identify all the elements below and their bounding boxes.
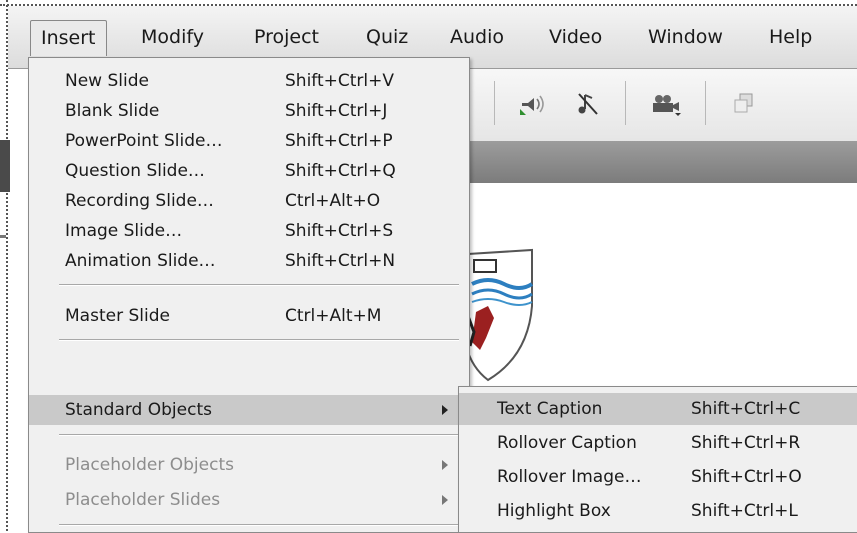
menu-window[interactable]: Window xyxy=(638,20,733,56)
stage-edge-mark xyxy=(0,235,6,238)
menu-item-placeholder-objects[interactable]: Placeholder Objects xyxy=(29,450,469,480)
toolbar-separator xyxy=(494,81,495,125)
menu-item-image-slide[interactable]: Image Slide… Shift+Ctrl+S xyxy=(29,216,469,246)
menu-separator xyxy=(59,524,459,526)
menu-item-label: Recording Slide… xyxy=(65,191,214,211)
toolbar-separator xyxy=(705,81,706,125)
menu-item-shortcut: Shift+Ctrl+S xyxy=(285,221,394,241)
menu-item-shortcut: Shift+Ctrl+N xyxy=(285,251,396,271)
menu-item-shortcut: Shift+Ctrl+O xyxy=(691,467,802,487)
audio-record-icon[interactable] xyxy=(518,89,552,119)
menu-item-shortcut: Shift+Ctrl+L xyxy=(691,501,798,521)
submenu-item-rollover-image[interactable]: Rollover Image… Shift+Ctrl+O xyxy=(459,461,857,493)
submenu-item-rollover-caption[interactable]: Rollover Caption Shift+Ctrl+R xyxy=(459,427,857,459)
menu-help[interactable]: Help xyxy=(759,20,822,56)
menu-item-label: Standard Objects xyxy=(65,400,212,420)
menu-item-label: Image Slide… xyxy=(65,221,183,241)
menu-item-label: Rollover Image… xyxy=(497,467,642,487)
menu-item-standard-objects[interactable]: Standard Objects xyxy=(29,395,469,425)
crest-logo-image xyxy=(458,246,538,386)
toolbar xyxy=(470,69,857,142)
submenu-arrow-icon xyxy=(442,460,448,470)
standard-objects-submenu: Text Caption Shift+Ctrl+C Rollover Capti… xyxy=(458,386,857,533)
menu-separator xyxy=(59,434,459,436)
side-panel-edge xyxy=(0,140,10,192)
menu-item-shortcut: Shift+Ctrl+Q xyxy=(285,161,396,181)
menu-item-shortcut: Shift+Ctrl+J xyxy=(285,101,388,121)
menu-insert[interactable]: Insert xyxy=(30,20,107,56)
submenu-arrow-icon xyxy=(442,405,448,415)
submenu-item-text-caption[interactable]: Text Caption Shift+Ctrl+C xyxy=(459,393,857,425)
menu-audio[interactable]: Audio xyxy=(440,20,514,56)
panel-tab-strip xyxy=(470,141,857,183)
menu-item-shortcut: Shift+Ctrl+R xyxy=(691,433,801,453)
menu-item-blank-slide[interactable]: Blank Slide Shift+Ctrl+J xyxy=(29,96,469,126)
menu-item-placeholder-slides[interactable]: Placeholder Slides xyxy=(29,485,469,515)
menu-item-label: Highlight Box xyxy=(497,501,611,521)
menu-item-recording-slide[interactable]: Recording Slide… Ctrl+Alt+O xyxy=(29,186,469,216)
menu-item-shortcut: Shift+Ctrl+V xyxy=(285,71,395,91)
menu-item-label: Blank Slide xyxy=(65,101,160,121)
menu-separator xyxy=(59,284,459,286)
menu-item-master-slide[interactable]: Master Slide Ctrl+Alt+M xyxy=(29,301,469,331)
menu-item-animation-slide[interactable]: Animation Slide… Shift+Ctrl+N xyxy=(29,246,469,276)
submenu-arrow-icon xyxy=(442,495,448,505)
menu-item-shortcut: Shift+Ctrl+P xyxy=(285,131,393,151)
menu-item-label: Placeholder Objects xyxy=(65,455,234,475)
insert-menu: New Slide Shift+Ctrl+V Blank Slide Shift… xyxy=(28,57,470,533)
menu-item-label: PowerPoint Slide… xyxy=(65,131,223,151)
menu-item-question-slide[interactable]: Question Slide… Shift+Ctrl+Q xyxy=(29,156,469,186)
menu-item-label: Placeholder Slides xyxy=(65,490,221,510)
copy-slide-icon[interactable] xyxy=(728,89,762,119)
menu-item-shortcut: Shift+Ctrl+C xyxy=(691,399,801,419)
submenu-item-highlight-box[interactable]: Highlight Box Shift+Ctrl+L xyxy=(459,495,857,527)
menu-separator xyxy=(59,339,459,341)
menu-item-label: Master Slide xyxy=(65,306,170,326)
menu-modify[interactable]: Modify xyxy=(131,20,214,56)
menu-project[interactable]: Project xyxy=(244,20,329,56)
menu-item-label: Rollover Caption xyxy=(497,433,637,453)
menu-item-new-slide[interactable]: New Slide Shift+Ctrl+V xyxy=(29,66,469,96)
menu-item-label: New Slide xyxy=(65,71,149,91)
audio-mute-icon[interactable] xyxy=(573,89,607,119)
menu-quiz[interactable]: Quiz xyxy=(356,20,418,56)
menu-video[interactable]: Video xyxy=(539,20,612,56)
menu-item-label: Question Slide… xyxy=(65,161,205,181)
menu-item-label: Text Caption xyxy=(497,399,603,419)
menu-item-shortcut: Ctrl+Alt+M xyxy=(285,306,382,326)
camera-capture-icon[interactable] xyxy=(648,89,682,119)
menu-item-powerpoint-slide[interactable]: PowerPoint Slide… Shift+Ctrl+P xyxy=(29,126,469,156)
stage-dotted-border-left xyxy=(0,0,8,531)
menu-item-shortcut: Ctrl+Alt+O xyxy=(285,191,381,211)
menu-item-label: Animation Slide… xyxy=(65,251,216,271)
toolbar-separator xyxy=(625,81,626,125)
